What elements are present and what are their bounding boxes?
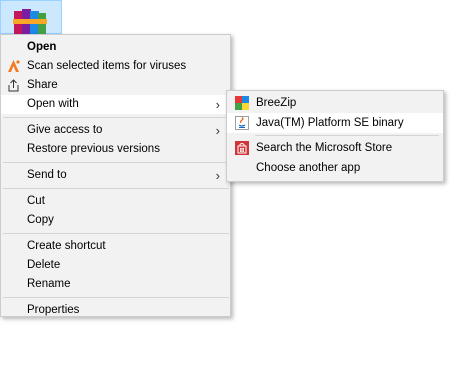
java-icon bbox=[235, 116, 249, 130]
menu-separator bbox=[3, 117, 229, 118]
menu-separator bbox=[3, 233, 229, 234]
winrar-archive-icon bbox=[13, 9, 47, 35]
menu-item-open-with[interactable]: Open with › bbox=[1, 95, 230, 114]
menu-item-label: Give access to bbox=[27, 124, 103, 136]
menu-item-rename[interactable]: Rename bbox=[1, 275, 230, 294]
microsoft-store-icon bbox=[235, 141, 249, 155]
share-icon bbox=[8, 79, 19, 92]
open-with-submenu: BreeZip Java(TM) Platform SE binary Sear… bbox=[226, 90, 444, 182]
menu-separator bbox=[3, 297, 229, 298]
selected-file[interactable] bbox=[0, 0, 62, 35]
menu-item-label: Restore previous versions bbox=[27, 143, 160, 155]
menu-item-label: Copy bbox=[27, 214, 54, 226]
menu-item-share[interactable]: Share bbox=[1, 76, 230, 95]
submenu-separator bbox=[255, 135, 439, 136]
menu-item-label: Rename bbox=[27, 278, 71, 290]
submenu-item-label: Choose another app bbox=[256, 162, 361, 174]
menu-item-label: Cut bbox=[27, 195, 45, 207]
menu-item-label: Open with bbox=[27, 98, 79, 110]
breezip-icon bbox=[235, 96, 249, 110]
menu-item-label: Share bbox=[27, 79, 58, 91]
submenu-item-label: Java(TM) Platform SE binary bbox=[256, 117, 404, 129]
menu-item-open[interactable]: Open bbox=[1, 38, 230, 57]
menu-item-label: Scan selected items for viruses bbox=[27, 60, 187, 72]
menu-item-copy[interactable]: Copy bbox=[1, 211, 230, 230]
menu-separator bbox=[3, 188, 229, 189]
chevron-right-icon: › bbox=[215, 168, 220, 183]
menu-item-label: Create shortcut bbox=[27, 240, 106, 252]
menu-item-send-to[interactable]: Send to › bbox=[1, 166, 230, 185]
menu-item-cut[interactable]: Cut bbox=[1, 192, 230, 211]
avast-icon bbox=[8, 60, 20, 72]
submenu-item-microsoft-store[interactable]: Search the Microsoft Store bbox=[227, 138, 443, 158]
menu-item-give-access-to[interactable]: Give access to › bbox=[1, 121, 230, 140]
submenu-item-choose-another-app[interactable]: Choose another app bbox=[227, 158, 443, 178]
menu-item-restore-previous-versions[interactable]: Restore previous versions bbox=[1, 140, 230, 159]
submenu-item-label: Search the Microsoft Store bbox=[256, 142, 393, 154]
menu-item-scan[interactable]: Scan selected items for viruses bbox=[1, 57, 230, 76]
context-menu: Open Scan selected items for viruses Sha… bbox=[0, 34, 231, 317]
menu-item-properties[interactable]: Properties bbox=[1, 301, 230, 320]
menu-separator bbox=[3, 162, 229, 163]
menu-item-label: Delete bbox=[27, 259, 61, 271]
menu-item-create-shortcut[interactable]: Create shortcut bbox=[1, 237, 230, 256]
submenu-item-label: BreeZip bbox=[256, 97, 297, 109]
chevron-right-icon: › bbox=[215, 123, 220, 138]
chevron-right-icon: › bbox=[215, 97, 220, 112]
menu-item-delete[interactable]: Delete bbox=[1, 256, 230, 275]
menu-item-label: Properties bbox=[27, 304, 80, 316]
menu-item-label: Open bbox=[27, 41, 57, 53]
submenu-item-java[interactable]: Java(TM) Platform SE binary bbox=[227, 113, 443, 133]
menu-item-label: Send to bbox=[27, 169, 67, 181]
submenu-item-breezip[interactable]: BreeZip bbox=[227, 93, 443, 113]
